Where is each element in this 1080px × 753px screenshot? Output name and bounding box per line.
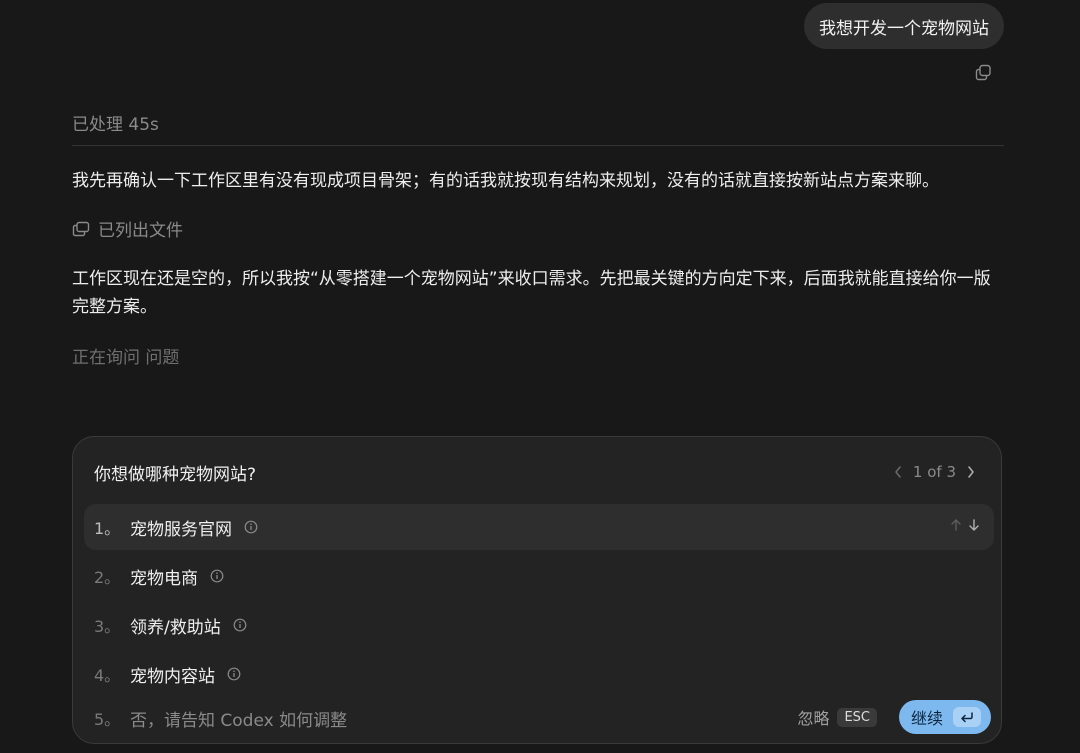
info-icon [227, 667, 241, 681]
option-number: 2。 [94, 568, 121, 587]
option-3[interactable]: 3。 领养/救助站 [84, 602, 994, 648]
info-button[interactable] [227, 667, 241, 681]
info-button[interactable] [233, 618, 247, 632]
action-text: 已列出文件 [98, 221, 183, 241]
chevron-left-icon [895, 466, 901, 478]
copy-icon [975, 64, 991, 80]
user-message-text: 我想开发一个宠物网站 [819, 18, 989, 39]
processed-time: 45s [128, 115, 159, 135]
arrow-up-icon[interactable] [950, 518, 962, 532]
question-card: 你想做哪种宠物网站? 1 of 3 1。 宠物服务官网 2。 宠物电商 3。 领… [72, 436, 1002, 744]
processed-status[interactable]: 已处理 45s [72, 110, 159, 135]
reorder-arrows [950, 518, 980, 532]
info-icon [244, 520, 258, 534]
continue-button[interactable]: 继续 [898, 700, 991, 734]
pager-prev-button[interactable] [893, 465, 903, 479]
assistant-paragraph-2: 工作区现在还是空的，所以我按“从零搭建一个宠物网站”来收口需求。先把最关键的方向… [72, 269, 991, 317]
files-icon [72, 221, 90, 236]
esc-key-hint: ESC [837, 707, 877, 727]
copy-button[interactable] [974, 63, 992, 81]
option-5-custom-input[interactable]: 5。 否，请告知 Codex 如何调整 [84, 695, 684, 741]
info-button[interactable] [244, 520, 258, 534]
enter-icon [961, 712, 973, 723]
question-title: 你想做哪种宠物网站? [94, 465, 257, 485]
continue-label: 继续 [910, 709, 943, 728]
info-button[interactable] [210, 569, 224, 583]
option-2[interactable]: 2。 宠物电商 [84, 553, 994, 599]
arrow-down-icon[interactable] [968, 518, 980, 532]
option-label: 否，请告知 Codex 如何调整 [130, 710, 348, 731]
processed-label: 已处理 [72, 115, 123, 135]
option-label: 宠物内容站 [130, 666, 215, 687]
option-4[interactable]: 4。 宠物内容站 [84, 651, 994, 697]
user-message-bubble: 我想开发一个宠物网站 [804, 3, 1004, 49]
option-label: 领养/救助站 [130, 617, 221, 638]
skip-button[interactable]: 忽略 ESC [797, 705, 877, 729]
option-number: 4。 [94, 666, 121, 685]
option-number: 3。 [94, 617, 121, 636]
pager-text: 1 of 3 [912, 463, 956, 481]
info-icon [233, 618, 247, 632]
info-icon [210, 569, 224, 583]
skip-label: 忽略 [797, 709, 830, 728]
option-1[interactable]: 1。 宠物服务官网 [84, 504, 994, 550]
option-number: 5。 [94, 710, 121, 729]
enter-key-hint [953, 707, 981, 727]
assistant-paragraph-1: 我先再确认一下工作区里有没有现成项目骨架；有的话我就按现有结构来规划，没有的话就… [72, 171, 939, 191]
option-number: 1。 [94, 519, 121, 538]
pager-next-button[interactable] [966, 465, 976, 479]
tool-action-list-files[interactable]: 已列出文件 [72, 216, 183, 241]
question-pager: 1 of 3 [893, 463, 976, 481]
chat-page: 我想开发一个宠物网站 已处理 45s 我先再确认一下工作区里有没有现成项目骨架；… [0, 0, 1080, 753]
option-label: 宠物服务官网 [130, 519, 232, 540]
asking-status: 正在询问 问题 [72, 348, 180, 368]
option-label: 宠物电商 [130, 568, 198, 589]
chevron-right-icon [968, 466, 974, 478]
divider [72, 145, 1004, 146]
